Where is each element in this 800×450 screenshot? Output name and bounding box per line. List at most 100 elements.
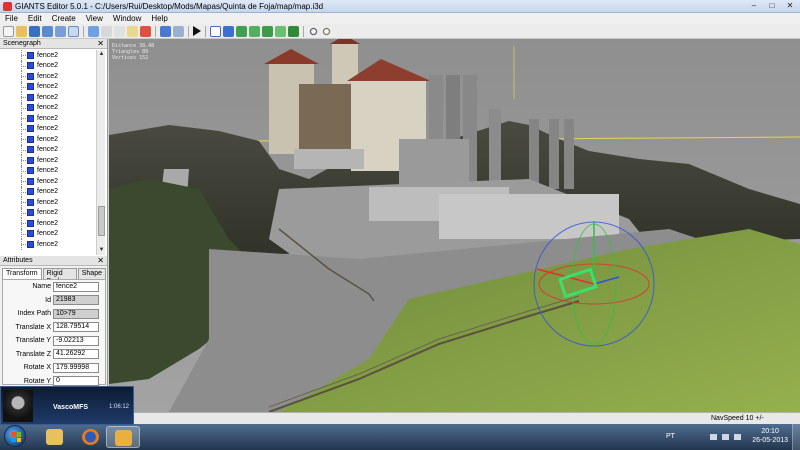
tree-item-label: fence2 [37,62,59,70]
shape-icon [27,219,34,227]
scenegraph-tree[interactable]: fence2 fence2 fence2 fence2 fence2 fence… [0,50,95,256]
move-tool-icon[interactable] [223,25,234,37]
scenegraph-header: Scenegraph ✕ [0,39,107,49]
tree-item[interactable]: fence2 [0,144,95,155]
terrain-paint-icon[interactable] [262,25,273,37]
rotate-y-field[interactable]: 0 [53,376,99,387]
scroll-up-icon[interactable]: ▲ [97,50,106,59]
copy-icon[interactable] [114,25,125,37]
menu-help[interactable]: Help [146,13,172,24]
shape-icon [27,135,34,143]
system-tray: PT 20:10 26-05-2013 [660,424,800,450]
id-label: Id [45,296,51,304]
taskbar-explorer[interactable] [38,426,72,448]
clock-time: 20:10 [761,428,779,435]
save-icon[interactable] [29,25,40,37]
scenegraph-scrollbar[interactable]: ▲ ▼ [96,50,105,255]
save-as-icon[interactable] [42,25,53,37]
tree-item[interactable]: fence2 [0,123,95,134]
tree-item[interactable]: fence2 [0,165,95,176]
show-desktop-button[interactable] [792,424,800,450]
tree-item[interactable]: fence2 [0,134,95,145]
window-title: GIANTS Editor 5.0.1 - C:/Users/Rui/Deskt… [15,2,324,11]
terrain-raise-icon[interactable] [236,25,247,37]
menu-create[interactable]: Create [47,13,81,24]
select-tool-icon[interactable] [210,25,221,37]
attributes-panel: Attributes ✕ Transform Rigid Body Shape … [0,256,108,387]
terrain-smooth-icon[interactable] [249,25,260,37]
tree-item-label: fence2 [37,83,59,91]
delete-icon[interactable] [140,25,151,37]
navspeed-label: NavSpeed 10 +/- [711,415,764,422]
tree-item[interactable]: fence2 [0,207,95,218]
taskbar-firefox[interactable] [74,426,108,448]
menu-edit[interactable]: Edit [23,13,47,24]
flag-icon[interactable] [710,434,717,440]
3d-viewport[interactable]: Distance 38.48 Triangles 89 Vertices 152 [109,39,800,412]
paste-icon[interactable] [127,25,138,37]
reload-icon[interactable] [88,25,99,37]
menu-window[interactable]: Window [108,13,146,24]
open-folder-icon[interactable] [16,25,27,37]
grid-icon[interactable] [321,25,332,37]
tree-item-label: fence2 [37,177,59,185]
tree-item[interactable]: fence2 [0,113,95,124]
transform-properties: Name fence2 Id 21983 Index Path 10>79 Trans… [2,279,106,387]
menu-view[interactable]: View [81,13,108,24]
tree-item-label: fence2 [37,135,59,143]
tree-item[interactable]: fence2 [0,50,95,61]
import-icon[interactable] [55,25,66,37]
scenegraph-title: Scenegraph [3,40,41,47]
name-field[interactable]: fence2 [53,281,99,292]
tree-item[interactable]: fence2 [0,102,95,113]
menu-file[interactable]: File [0,13,23,24]
maximize-button[interactable]: □ [766,1,778,11]
terrain-detail-icon[interactable] [288,25,299,37]
start-button[interactable] [4,425,26,447]
new-file-icon[interactable] [3,25,14,37]
shape-icon [27,104,34,112]
tree-item-label: fence2 [37,156,59,164]
translate-y-field[interactable]: -9.02213 [53,335,99,346]
taskbar-giants-editor[interactable] [106,426,140,448]
shape-icon [27,198,34,206]
tree-item[interactable]: fence2 [0,81,95,92]
translate-z-field[interactable]: 41.26292 [53,349,99,360]
translate-y-label: Translate Y [15,337,51,345]
tree-item[interactable]: fence2 [0,197,95,208]
foliage-paint-icon[interactable] [275,25,286,37]
tree-item[interactable]: fence2 [0,155,95,166]
cut-icon[interactable] [101,25,112,37]
tree-item[interactable]: fence2 [0,176,95,187]
export-icon[interactable] [68,25,79,37]
tree-item[interactable]: fence2 [0,71,95,82]
translate-x-field[interactable]: 128.79514 [53,322,99,333]
scenegraph-close-icon[interactable]: ✕ [97,39,104,49]
tree-item[interactable]: fence2 [0,186,95,197]
snap-icon[interactable] [308,25,319,37]
network-icon[interactable] [722,434,729,440]
tree-item[interactable]: fence2 [0,92,95,103]
shape-icon [27,114,34,122]
tree-item[interactable]: fence2 [0,60,95,71]
tree-item[interactable]: fence2 [0,218,95,229]
scroll-down-icon[interactable]: ▼ [97,246,106,255]
tree-item-label: fence2 [37,104,59,112]
language-indicator[interactable]: PT [666,433,675,440]
tree-item[interactable]: fence2 [0,239,95,250]
redo-icon[interactable] [173,25,184,37]
play-icon[interactable] [193,26,201,36]
shape-icon [27,240,34,248]
volume-icon[interactable] [734,434,741,440]
shape-icon [27,83,34,91]
close-button[interactable]: ✕ [784,1,796,11]
undo-icon[interactable] [160,25,171,37]
rotate-x-field[interactable]: 179.99998 [53,362,99,373]
scrollbar-thumb[interactable] [98,206,105,236]
minimize-button[interactable]: – [748,1,760,11]
attributes-close-icon[interactable]: ✕ [97,256,104,266]
shape-icon [27,156,34,164]
tree-item[interactable]: fence2 [0,228,95,239]
clock[interactable]: 20:10 26-05-2013 [752,427,788,445]
index-path-label: Index Path [17,310,51,318]
